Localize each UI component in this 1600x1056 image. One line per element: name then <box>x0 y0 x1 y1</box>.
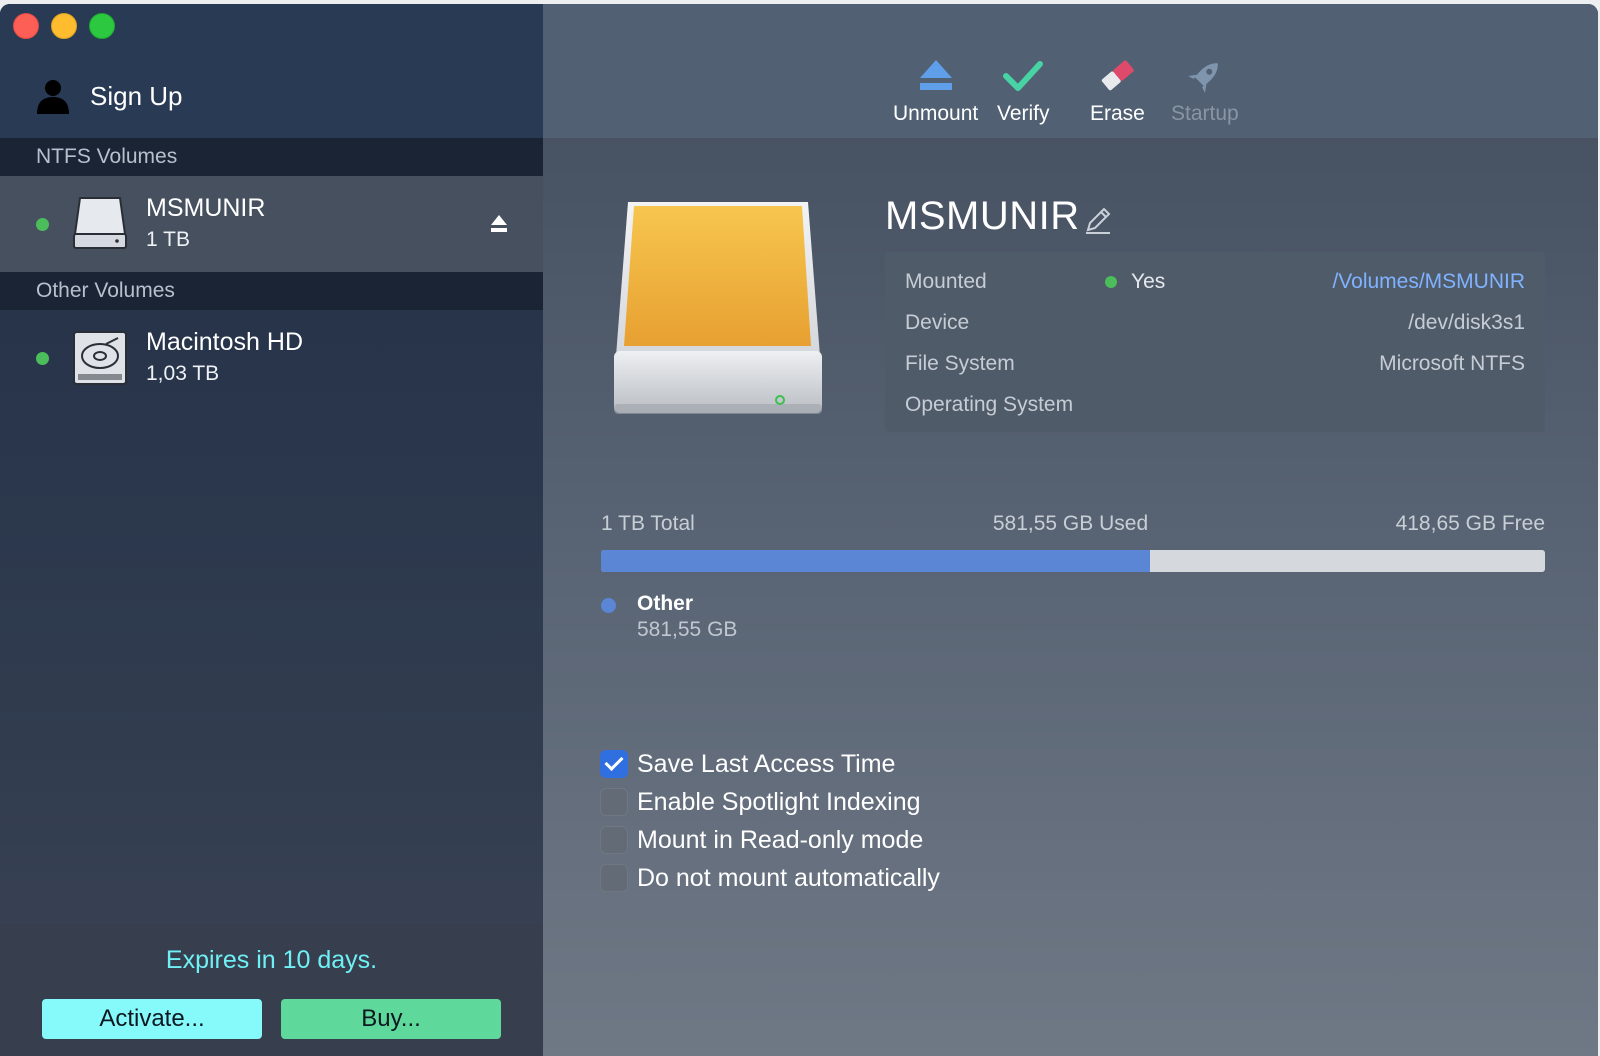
buy-button[interactable]: Buy... <box>281 999 501 1039</box>
mounted-label: Mounted <box>905 270 987 293</box>
volume-name: Macintosh HD <box>146 328 303 356</box>
volume-size: 1 TB <box>146 228 190 251</box>
checkbox[interactable] <box>600 788 628 816</box>
checkbox[interactable] <box>600 864 628 892</box>
option-label: Save Last Access Time <box>637 749 896 778</box>
mounted-status-dot <box>36 352 49 365</box>
file-system-label: File System <box>905 352 1015 375</box>
rename-pencil-icon[interactable] <box>1082 204 1114 236</box>
checkmark-icon <box>1003 61 1044 91</box>
unmount-button[interactable]: Unmount <box>893 56 978 126</box>
erase-label: Erase <box>1090 102 1145 125</box>
external-drive-icon <box>73 197 127 249</box>
app-window: Sign Up NTFS Volumes MSMUNIR 1 TB Other … <box>0 4 1598 1056</box>
capacity-bar-used <box>601 550 1150 572</box>
mounted-status-dot <box>36 218 49 231</box>
checkbox[interactable] <box>600 750 628 778</box>
verify-label: Verify <box>997 102 1050 125</box>
mounted-value: Yes <box>1105 270 1165 294</box>
maximize-window-button[interactable] <box>89 13 115 39</box>
rocket-icon <box>1187 63 1218 93</box>
verify-button[interactable]: Verify <box>997 56 1050 126</box>
user-icon <box>37 80 69 114</box>
trial-footer: Expires in 10 days. Activate... Buy... <box>0 924 543 1056</box>
section-label-other-volumes: Other Volumes <box>0 272 543 310</box>
toolbar: Unmount Verify Erase Startup <box>543 4 1598 138</box>
sidebar-header: Sign Up <box>0 4 543 138</box>
section-label-ntfs-volumes: NTFS Volumes <box>0 138 543 176</box>
volume-detail-panel: Unmount Verify Erase Startup MSMUNIR Mou… <box>543 4 1598 1056</box>
sign-up-button[interactable]: Sign Up <box>34 74 183 118</box>
eraser-icon <box>1102 60 1135 91</box>
eject-icon <box>919 60 952 90</box>
operating-system-label: Operating System <box>905 393 1074 416</box>
eject-icon[interactable] <box>490 214 508 234</box>
option-label: Mount in Read-only mode <box>637 825 924 854</box>
external-drive-image <box>614 202 822 414</box>
volume-info-panel: Mounted Yes /Volumes/MSMUNIR Device /dev… <box>885 252 1545 432</box>
option-save-last-access-time[interactable]: Save Last Access Time <box>600 748 895 780</box>
option-label: Enable Spotlight Indexing <box>637 787 921 816</box>
checkbox[interactable] <box>600 826 628 854</box>
option-mount-read-only[interactable]: Mount in Read-only mode <box>600 824 923 856</box>
option-do-not-mount-automatically[interactable]: Do not mount automatically <box>600 862 940 894</box>
erase-button[interactable]: Erase <box>1090 56 1145 126</box>
option-enable-spotlight-indexing[interactable]: Enable Spotlight Indexing <box>600 786 921 818</box>
volume-row-macintosh-hd[interactable]: Macintosh HD 1,03 TB <box>0 310 543 406</box>
internal-hard-drive-icon <box>73 331 127 385</box>
minimize-window-button[interactable] <box>51 13 77 39</box>
volume-title: MSMUNIR <box>885 194 1080 238</box>
volume-row-msmunir[interactable]: MSMUNIR 1 TB <box>0 176 543 272</box>
sidebar: Sign Up NTFS Volumes MSMUNIR 1 TB Other … <box>0 4 543 1056</box>
capacity-free: 418,65 GB Free <box>1395 512 1545 535</box>
close-window-button[interactable] <box>13 13 39 39</box>
volume-name: MSMUNIR <box>146 194 266 222</box>
trial-expiry-text: Expires in 10 days. <box>165 946 378 974</box>
legend-name: Other <box>637 592 694 615</box>
mounted-value-text: Yes <box>1131 270 1166 293</box>
startup-label: Startup <box>1171 102 1239 125</box>
legend-swatch-other <box>601 598 616 613</box>
activate-button[interactable]: Activate... <box>42 999 262 1039</box>
legend-size: 581,55 GB <box>637 618 738 641</box>
mounted-status-dot <box>1105 276 1117 288</box>
mount-path-link[interactable]: /Volumes/MSMUNIR <box>1332 270 1525 294</box>
option-label: Do not mount automatically <box>637 863 940 892</box>
capacity-bar <box>601 550 1545 572</box>
sign-up-label: Sign Up <box>90 80 183 111</box>
file-system-value: Microsoft NTFS <box>1379 352 1525 375</box>
volume-size: 1,03 TB <box>146 362 220 385</box>
device-value: /dev/disk3s1 <box>1408 311 1525 334</box>
device-label: Device <box>905 311 970 334</box>
unmount-label: Unmount <box>893 102 979 125</box>
startup-button[interactable]: Startup <box>1171 56 1239 126</box>
